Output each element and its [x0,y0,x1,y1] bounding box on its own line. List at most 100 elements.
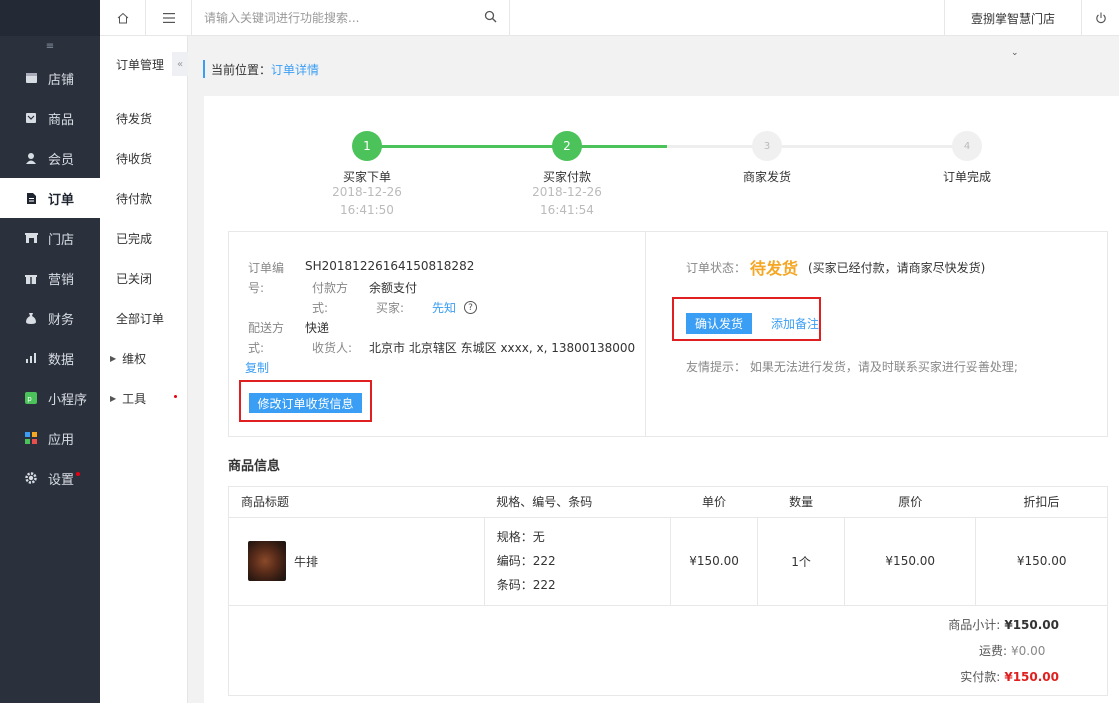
gift-icon [24,271,38,285]
subnav-item-label: 待收货 [116,151,153,166]
subnav-item-completed[interactable]: 已完成 [100,228,188,248]
shipping-value: ¥0.00 [1011,643,1046,658]
goods-icon [24,111,38,125]
confirm-ship-button[interactable]: 确认发货 [686,313,752,334]
goods-section-title: 商品信息 [228,459,281,474]
breadcrumb: 当前位置： 订单详情 [203,60,319,78]
shipping-label: 运费: [978,644,1007,658]
sidebar-item-settings[interactable]: 设置 [0,458,100,498]
subnav-group-rights[interactable]: ▶ 维权 [100,348,188,368]
sidebar-item-label: 会员 [48,152,75,168]
order-status-note: (买家已经付款，请商家尽快发货) [808,261,986,275]
store-name-button[interactable]: 壹捌掌智慧门店 [944,0,1082,36]
subnav-item-label: 全部订单 [116,311,165,326]
sidebar: ≡ 店铺 商品 会员 订单 门店 营销 财务 数据 p 小程序 应用 设置 [0,0,100,703]
copy-link[interactable]: 复制 [245,359,269,376]
step-1-date: 2018-12-26 [332,185,402,199]
steak-thumbnail-image[interactable] [248,541,286,581]
step-2-label: 买家付款 [542,170,591,184]
order-no-label: 订单编 [248,261,285,275]
step-2-circle: 2 [552,131,582,161]
paid-row: 实付款: ¥150.00 [744,668,1059,685]
subnav-group-tools[interactable]: ▶ 工具 [100,388,188,408]
sidebar-item-label: 店铺 [48,72,75,88]
header-discount: 折扣后 [975,487,1107,518]
goods-table: 商品标题 规格、编号、条码 单价 数量 原价 折扣后 牛排 规格：无 编码：22… [229,487,1107,606]
search-icon[interactable] [484,10,497,23]
header-price: 单价 [670,487,758,518]
power-icon [1095,12,1106,24]
goods-barcode: 条码：222 [496,578,556,592]
apps-icon [24,431,38,445]
modify-address-button[interactable]: 修改订单收货信息 [249,393,362,413]
paid-value: ¥150.00 [1004,669,1059,684]
buyer-link[interactable]: 先知 [432,299,456,316]
sidebar-item-label: 商品 [48,112,75,128]
order-icon [24,191,38,205]
breadcrumb-prefix: 当前位置： [211,62,272,77]
goods-title[interactable]: 牛排 [294,553,318,570]
add-remark-link[interactable]: 添加备注 [771,315,819,332]
subtotal-label: 商品小计: [948,618,1001,632]
goods-code: 编码：222 [496,554,556,568]
goods-table-card: 商品标题 规格、编号、条码 单价 数量 原价 折扣后 牛排 规格：无 编码：22… [228,486,1108,696]
hamburger-icon [162,13,175,23]
pay-method-label-2: 式: [312,301,329,315]
subnav-item-pending-ship[interactable]: 待发货 [100,108,188,128]
progress-line-todo [667,145,967,148]
goods-title-cell: 牛排 [229,517,485,606]
receiver-label: 收货人: [312,341,353,355]
goods-spec-cell: 规格：无 编码：222 条码：222 [484,517,671,606]
sidebar-item-apps[interactable]: 应用 [0,418,100,458]
sidebar-item-shop[interactable]: 店铺 [0,58,100,98]
step-2-time: 16:41:54 [540,203,594,217]
home-button[interactable] [100,0,146,36]
order-detail-panel: 1 买家下单 2018-12-26 16:41:50 2 买家付款 2018-1… [204,96,1119,703]
receiver-value: 北京市 北京辖区 东城区 xxxx, x, 13800138000 [369,341,636,355]
caret-right-icon: ▶ [110,393,117,403]
sidebar-item-member[interactable]: 会员 [0,138,100,178]
sidebar-item-miniprogram[interactable]: p 小程序 [0,378,100,418]
help-icon[interactable]: ? [464,301,477,314]
subnav-item-all-orders[interactable]: 全部订单 [100,308,188,328]
step-1-label: 买家下单 [342,170,391,184]
sidebar-item-order[interactable]: 订单 [0,178,100,218]
sidebar-item-data[interactable]: 数据 [0,338,100,378]
subnav-item-label: 已关闭 [116,271,153,286]
store-icon [24,231,38,245]
subnav-item-closed[interactable]: 已关闭 [100,268,188,288]
step-1-circle: 1 [352,131,382,161]
sidebar-item-label: 数据 [48,352,75,368]
logo-area [0,0,100,36]
subnav-item-pending-pay[interactable]: 待付款 [100,188,188,208]
subnav-collapse-icon[interactable]: « [172,52,188,76]
sidebar-item-store[interactable]: 门店 [0,218,100,258]
subtotal-value: ¥150.00 [1004,617,1059,632]
breadcrumb-current-link[interactable]: 订单详情 [271,61,319,78]
pay-method-value: 余额支付 [369,281,418,295]
logout-button[interactable] [1082,0,1119,36]
buyer-label: 买家: [376,301,405,315]
search-input[interactable] [204,8,474,28]
sidebar-item-label: 设置 [48,472,75,488]
subnav-item-pending-receive[interactable]: 待收货 [100,148,188,168]
notification-dot [174,394,178,398]
shipping-row: 运费: ¥0.00 [744,642,1059,659]
chevron-down-icon[interactable]: ⌄ [1011,48,1019,58]
step-4-label: 订单完成 [942,170,991,184]
menu-toggle-button[interactable] [146,0,192,36]
step-3-label: 商家发货 [742,170,791,184]
table-header-row: 商品标题 规格、编号、条码 单价 数量 原价 折扣后 [229,487,1107,518]
sidebar-item-finance[interactable]: 财务 [0,298,100,338]
sidebar-item-marketing[interactable]: 营销 [0,258,100,298]
finance-icon [24,311,38,325]
sidebar-item-label: 应用 [48,432,75,448]
shop-icon [24,71,38,85]
member-icon [24,151,38,165]
sidebar-item-goods[interactable]: 商品 [0,98,100,138]
goods-discount: ¥150.00 [975,517,1107,606]
progress-line-done [367,145,667,148]
sidebar-collapse-icon[interactable]: ≡ [0,36,100,58]
goods-spec: 规格：无 [496,530,545,544]
svg-text:p: p [27,395,32,403]
